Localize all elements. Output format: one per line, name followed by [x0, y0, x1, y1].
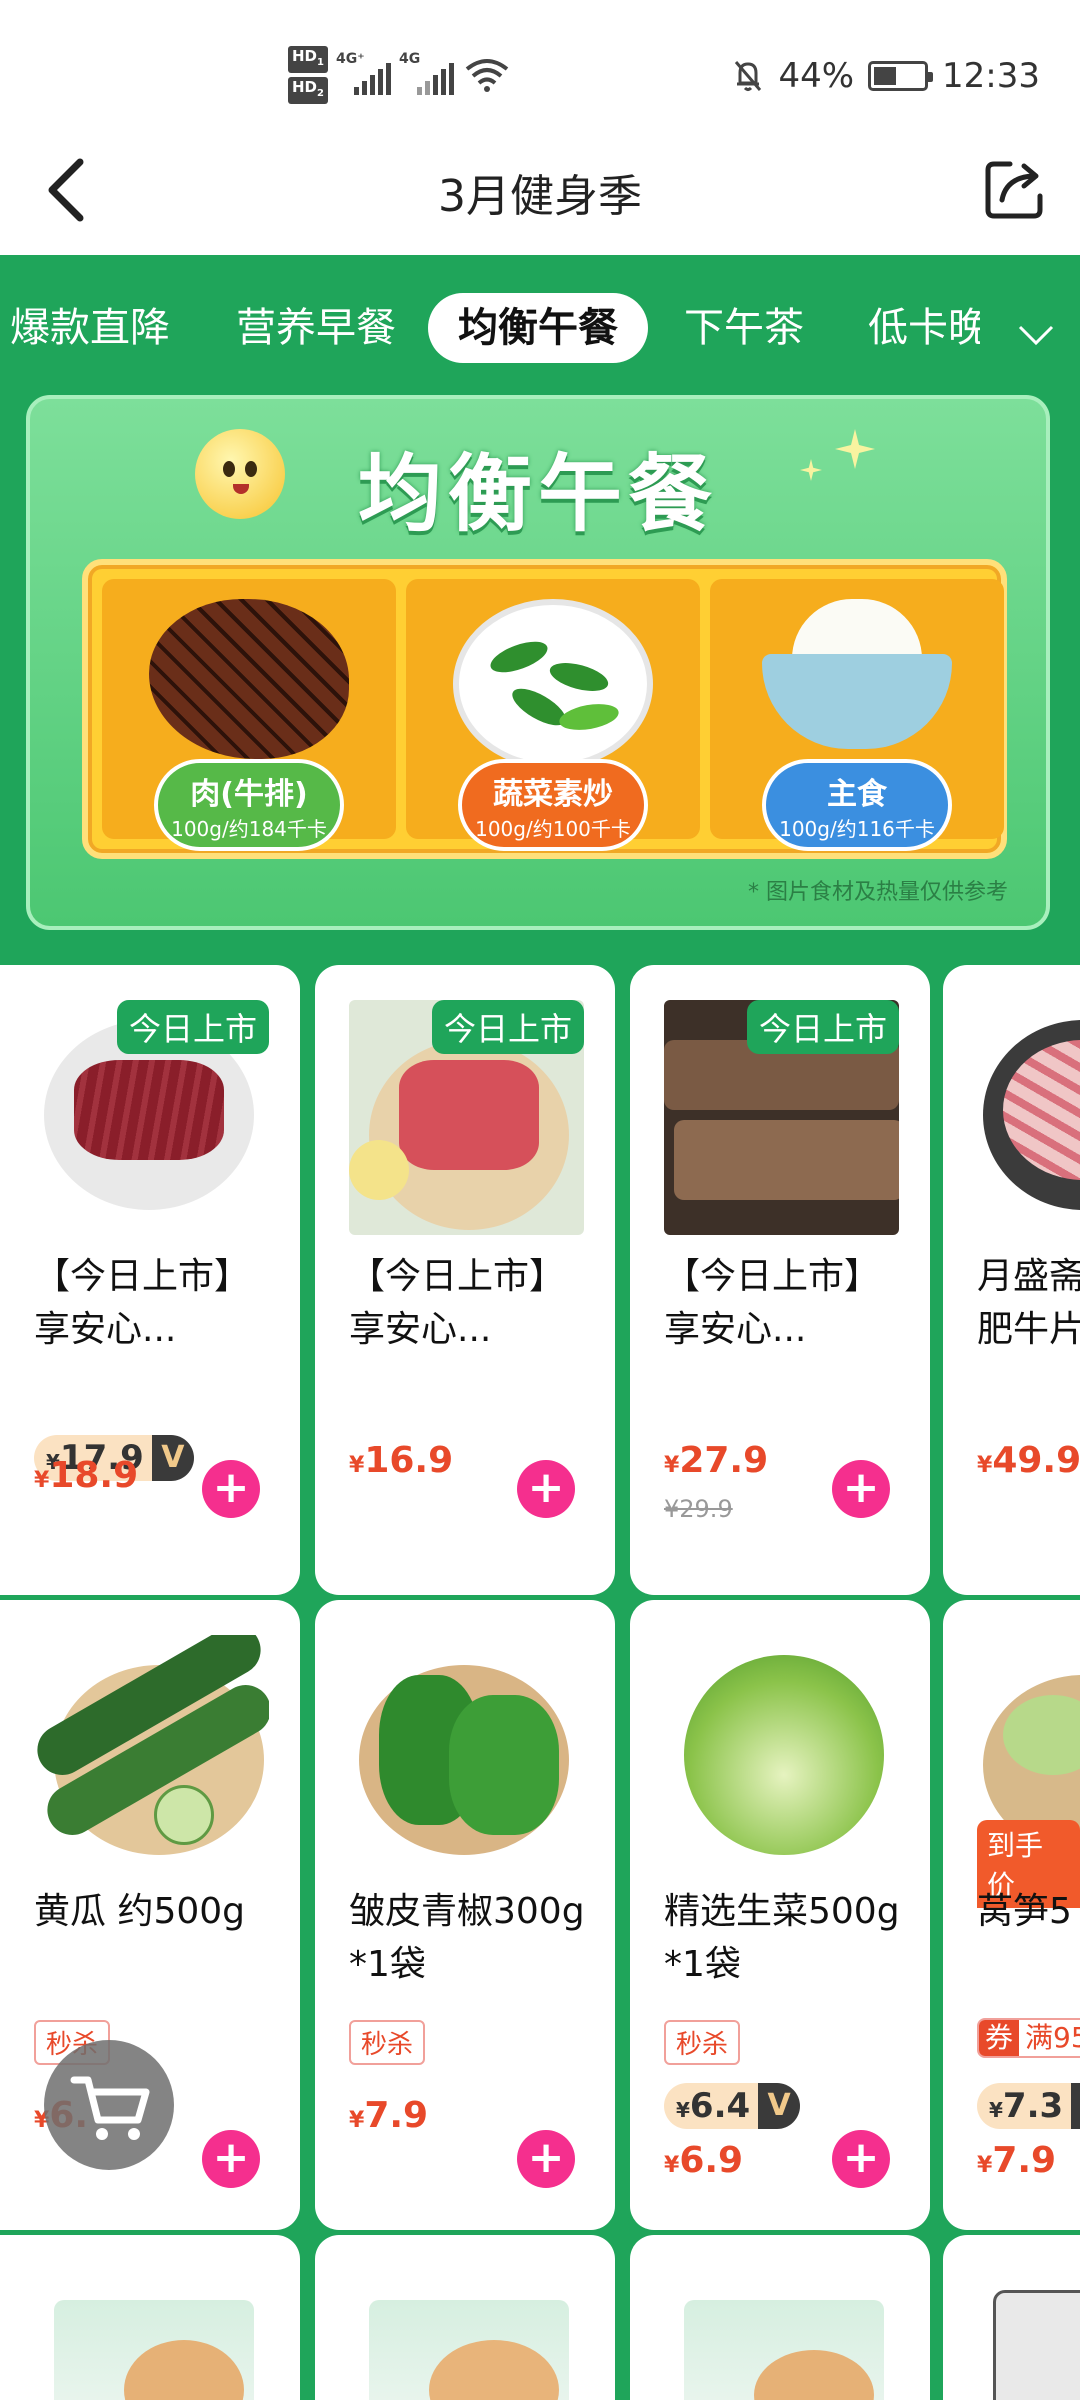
- hd-indicator: HD1 HD2: [288, 46, 328, 104]
- tab-low-cal-dinner[interactable]: 低卡晚: [868, 293, 980, 363]
- product-card[interactable]: [943, 2235, 1080, 2400]
- product-card[interactable]: [315, 2235, 615, 2400]
- page-header: 3月健身季: [0, 140, 1080, 255]
- product-image: 今日上市: [34, 1000, 269, 1235]
- new-arrival-badge: 今日上市: [431, 1000, 584, 1054]
- product-price: ¥7.9: [349, 2095, 429, 2136]
- new-arrival-badge: 今日上市: [116, 1000, 269, 1054]
- flash-sale-tag: 秒杀: [664, 2020, 741, 2065]
- add-to-cart-button[interactable]: +: [517, 1460, 575, 1518]
- product-card[interactable]: 精选生菜500g*1袋 秒杀 ¥6.4 V ¥6.9 +: [630, 1600, 930, 2230]
- add-to-cart-button[interactable]: +: [832, 1460, 890, 1518]
- rice-image: [762, 599, 952, 749]
- product-card[interactable]: 今日上市 【今日上市】享安心... ¥27.9 ¥29.9 +: [630, 965, 930, 1595]
- product-image: [664, 1635, 899, 1870]
- product-price: ¥7.9: [977, 2140, 1057, 2181]
- product-image: [34, 2280, 269, 2400]
- battery-icon: [868, 61, 934, 91]
- network-indicators: HD1 HD2 4G⁺ 4G: [288, 46, 510, 104]
- clock: 12:33: [942, 56, 1040, 96]
- banner-item-label: 肉(牛排) 100g/约184千卡: [154, 759, 344, 851]
- product-name: 【今日上市】享安心...: [664, 1256, 881, 1350]
- product-image: 今日上市: [349, 1000, 584, 1235]
- promo-banner[interactable]: 均衡午餐 肉(牛排) 100g/约184千卡 蔬菜素炒 100g/约100千卡: [26, 395, 1050, 930]
- product-name: 精选生菜500g*1袋: [664, 1891, 900, 1985]
- product-image: [664, 2280, 899, 2400]
- steak-image: [149, 599, 349, 759]
- banner-item-label: 蔬菜素炒 100g/约100千卡: [458, 759, 648, 851]
- share-icon[interactable]: [980, 154, 1050, 224]
- banner-item: 肉(牛排) 100g/约184千卡: [102, 579, 396, 851]
- product-image: [34, 1635, 269, 1870]
- banner-item-label: 主食 100g/约116千卡: [762, 759, 952, 851]
- product-card[interactable]: 今日上市 【今日上市】享安心... ¥17.9 V ¥18.9 +: [0, 965, 300, 1595]
- product-price: ¥18.9: [34, 1455, 139, 1496]
- product-name: 【今日上市】享安心...: [34, 1256, 251, 1350]
- banner-item: 蔬菜素炒 100g/约100千卡: [406, 579, 700, 851]
- product-card[interactable]: 今日上市 【今日上市】享安心... ¥16.9 +: [315, 965, 615, 1595]
- new-arrival-badge: 今日上市: [746, 1000, 899, 1054]
- status-bar: HD1 HD2 4G⁺ 4G 44% 12:33: [0, 0, 1080, 150]
- cart-icon: [70, 2076, 150, 2140]
- add-to-cart-button[interactable]: +: [832, 2130, 890, 2188]
- signal-icon: 4G: [399, 51, 454, 95]
- product-price: ¥16.9: [349, 1440, 454, 1481]
- status-right: 44% 12:33: [732, 56, 1040, 96]
- banner-food-tray: 肉(牛排) 100g/约184千卡 蔬菜素炒 100g/约100千卡 主食 10…: [82, 559, 1007, 859]
- vip-price: ¥7.3 V: [977, 2083, 1080, 2129]
- product-price: ¥6.9: [664, 2140, 744, 2181]
- mute-bell-icon: [735, 61, 762, 91]
- product-name: 莴笋5: [977, 1891, 1072, 1932]
- banner-title: 均衡午餐: [357, 445, 718, 543]
- add-to-cart-button[interactable]: +: [517, 2130, 575, 2188]
- vegetable-image: [453, 599, 653, 769]
- category-tabs: 爆款直降 营养早餐 均衡午餐 下午茶 低卡晚: [0, 255, 1080, 390]
- product-card[interactable]: 月盛斋肥牛片 ¥49.9: [943, 965, 1080, 1595]
- flash-sale-tag: 秒杀: [349, 2020, 426, 2065]
- page-title: 3月健身季: [438, 171, 642, 222]
- original-price: ¥29.9: [664, 1495, 733, 1523]
- tab-balanced-lunch[interactable]: 均衡午餐: [428, 293, 648, 363]
- wifi-icon: [465, 59, 509, 92]
- product-name: 黄瓜 约500g: [34, 1891, 246, 1932]
- tab-breakfast[interactable]: 营养早餐: [236, 293, 396, 363]
- tab-hot-deals[interactable]: 爆款直降: [10, 293, 170, 363]
- vip-price: ¥6.4 V: [664, 2083, 801, 2129]
- product-name: 【今日上市】享安心...: [349, 1256, 566, 1350]
- product-card[interactable]: [630, 2235, 930, 2400]
- product-image: 今日上市: [664, 1000, 899, 1235]
- tab-afternoon-tea[interactable]: 下午茶: [684, 293, 804, 363]
- product-card[interactable]: 到手价 莴笋5 券满95 ¥7.3 V ¥7.9: [943, 1600, 1080, 2230]
- product-card[interactable]: 皱皮青椒300g*1袋 秒杀 ¥7.9 +: [315, 1600, 615, 2230]
- chevron-down-icon[interactable]: [1016, 319, 1056, 349]
- product-price: ¥49.9: [977, 1440, 1080, 1481]
- product-price: ¥27.9: [664, 1440, 769, 1481]
- add-to-cart-button[interactable]: +: [202, 2130, 260, 2188]
- battery-percent: 44%: [778, 56, 855, 96]
- product-image: [983, 1000, 1080, 1235]
- product-image: [983, 2280, 1080, 2400]
- product-image: [349, 2280, 584, 2400]
- product-image: [349, 1635, 584, 1870]
- coupon-tag: 券满95: [977, 2018, 1080, 2058]
- product-name: 月盛斋肥牛片: [977, 1256, 1080, 1350]
- product-card[interactable]: [0, 2235, 300, 2400]
- banner-item: 主食 100g/约116千卡: [710, 579, 1004, 851]
- banner-disclaimer: * 图片食材及热量仅供参考: [748, 880, 1008, 905]
- add-to-cart-button[interactable]: +: [202, 1460, 260, 1518]
- signal-icon: 4G⁺: [336, 51, 391, 95]
- floating-cart-button[interactable]: [44, 2040, 174, 2170]
- product-name: 皱皮青椒300g*1袋: [349, 1891, 585, 1985]
